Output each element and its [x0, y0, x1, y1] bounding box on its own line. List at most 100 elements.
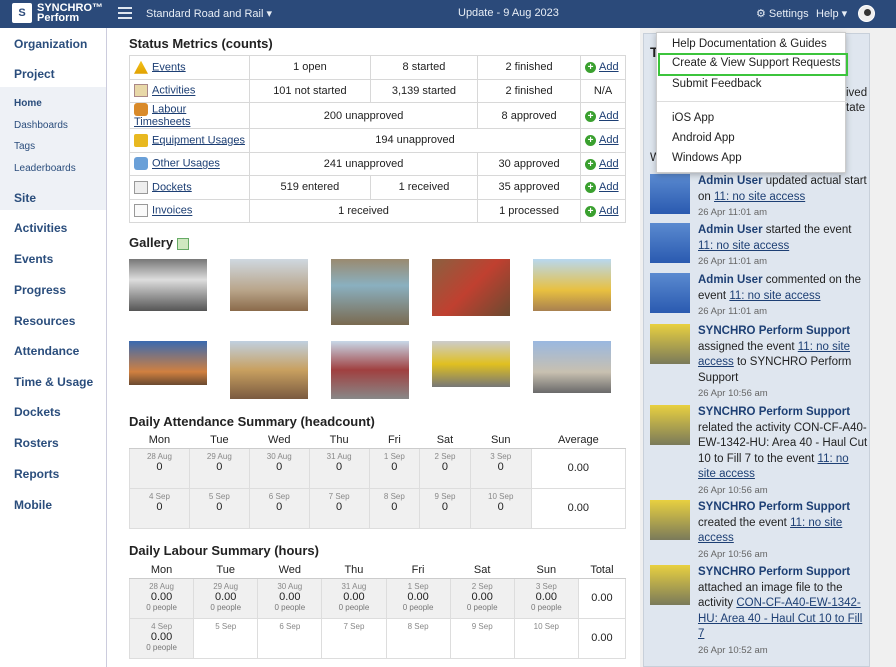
sidebar-item-site[interactable]: Site [14, 191, 36, 205]
invoices-received: 1 received [248, 198, 479, 223]
invoices-processed: 1 processed [477, 198, 581, 223]
add-icon: + [585, 110, 596, 122]
dockets-link[interactable]: Dockets [152, 181, 192, 193]
menu-item-windows-app[interactable]: Windows App [672, 152, 742, 164]
labour-title: Daily Labour Summary (hours) [129, 543, 319, 558]
sidebar-item-dockets[interactable]: Dockets [14, 405, 61, 419]
warning-icon [134, 60, 148, 74]
settings-button[interactable]: ⚙ Settings [756, 7, 809, 20]
add-icon: + [585, 182, 596, 194]
avatar [650, 273, 690, 313]
other-approved: 30 approved [477, 151, 581, 176]
sidebar-item-progress[interactable]: Progress [14, 283, 66, 297]
other-usages-link[interactable]: Other Usages [152, 158, 220, 170]
table-row: Activities 101 not started 3,139 started… [129, 78, 626, 103]
table-row: 4 Sep 0.00 0 people 5 Sep 6 Sep 7 Sep 8 Se… [128, 617, 627, 659]
menu-item-help-docs[interactable]: Help Documentation & Guides [672, 38, 827, 50]
table-row: Equipment Usages 194 unapproved + Add [129, 128, 626, 153]
sidebar-sub-leaderboards[interactable]: Leaderboards [14, 163, 76, 174]
table-row: Labour Timesheets 200 unapproved 8 appro… [129, 102, 626, 129]
activities-na: N/A [580, 78, 626, 103]
user-avatar[interactable] [858, 5, 875, 22]
table-row: 28 Aug 0.00 0 people 29 Aug 0.00 0 people 30… [128, 577, 627, 619]
sidebar: Organization Project Home Dashboards Tag… [0, 28, 107, 667]
sidebar-sub-dashboards[interactable]: Dashboards [14, 120, 68, 131]
gallery-image[interactable] [331, 259, 409, 325]
sidebar-item-attendance[interactable]: Attendance [14, 344, 79, 358]
invoices-link[interactable]: Invoices [152, 205, 192, 217]
add-other-button[interactable]: + Add [580, 151, 626, 176]
table-row: 4 Sep 0 5 Sep 0 6 Sep 0 7 Sep 0 8 Sep 0 9 Sep… [129, 487, 627, 529]
labour-unapproved: 200 unapproved [248, 102, 479, 129]
table-row: Events 1 open 8 started 2 finished + Add [129, 55, 626, 80]
labour-approved: 8 approved [477, 102, 581, 129]
gallery-image[interactable] [230, 259, 308, 311]
synchro-logo[interactable]: S SYNCHRO™ Perform [12, 3, 103, 24]
gallery-image[interactable] [129, 259, 207, 311]
gallery-image[interactable] [533, 259, 611, 311]
events-finished: 2 finished [477, 55, 581, 80]
sidebar-item-rosters[interactable]: Rosters [14, 436, 59, 450]
gallery-image[interactable] [331, 341, 409, 399]
add-icon: + [585, 62, 596, 74]
gallery-image[interactable] [432, 259, 510, 316]
avatar [650, 500, 690, 540]
avatar [650, 223, 690, 263]
gallery-image[interactable] [533, 341, 611, 393]
avatar [650, 405, 690, 445]
project-selector[interactable]: Standard Road and Rail ▾ [146, 7, 272, 20]
gallery-image[interactable] [129, 341, 207, 385]
status-metrics-title: Status Metrics (counts) [129, 36, 273, 51]
table-row: Dockets 519 entered 1 received 35 approv… [129, 175, 626, 200]
avatar [650, 565, 690, 605]
add-equipment-button[interactable]: + Add [580, 128, 626, 153]
gallery-image[interactable] [230, 341, 308, 399]
sidebar-item-reports[interactable]: Reports [14, 467, 59, 481]
table-row: 28 Aug 0 29 Aug 0 30 Aug 0 31 Aug 0 1 Sep 0 2… [129, 447, 627, 489]
menu-item-support-requests[interactable]: Create & View Support Requests [672, 57, 841, 69]
dockets-approved: 35 approved [477, 175, 581, 200]
sidebar-item-activities[interactable]: Activities [14, 221, 67, 235]
add-labour-button[interactable]: + Add [580, 102, 626, 129]
status-metrics-table: Events 1 open 8 started 2 finished + Add … [129, 55, 626, 223]
dockets-entered: 519 entered [249, 175, 371, 200]
sidebar-sub-home[interactable]: Home [14, 98, 42, 109]
hamburger-menu-icon[interactable] [118, 5, 132, 19]
menu-item-android-app[interactable]: Android App [672, 132, 735, 144]
add-icon: + [585, 135, 596, 147]
other-unapproved: 241 unapproved [248, 151, 479, 176]
sidebar-item-mobile[interactable]: Mobile [14, 498, 52, 512]
menu-item-ios-app[interactable]: iOS App [672, 112, 714, 124]
menu-divider [657, 101, 847, 102]
add-event-button[interactable]: + Add [580, 55, 626, 80]
sidebar-item-events[interactable]: Events [14, 252, 53, 266]
activities-finished: 2 finished [477, 78, 581, 103]
gallery-image[interactable] [432, 341, 510, 387]
add-docket-button[interactable]: + Add [580, 175, 626, 200]
sidebar-item-organization[interactable]: Organization [14, 37, 87, 51]
events-open: 1 open [249, 55, 371, 80]
gallery-add-icon[interactable] [176, 237, 189, 250]
sidebar-sub-tags[interactable]: Tags [14, 141, 35, 152]
invoices-icon [134, 204, 148, 218]
top-bar: S SYNCHRO™ Perform Standard Road and Rail… [0, 0, 896, 28]
activities-link[interactable]: Activities [152, 85, 195, 97]
add-icon: + [585, 205, 596, 217]
events-started: 8 started [369, 55, 479, 80]
sidebar-item-time-usage[interactable]: Time & Usage [14, 375, 93, 389]
attendance-title: Daily Attendance Summary (headcount) [129, 414, 375, 429]
help-menu-button[interactable]: Help ▾ [816, 7, 847, 20]
equipment-usages-link[interactable]: Equipment Usages [152, 134, 245, 146]
avatar [650, 324, 690, 364]
help-dropdown-menu: Help Documentation & Guides Create & Vie… [656, 32, 848, 173]
menu-item-submit-feedback[interactable]: Submit Feedback [672, 78, 762, 90]
sidebar-item-resources[interactable]: Resources [14, 314, 75, 328]
sidebar-item-project[interactable]: Project [14, 67, 55, 81]
table-row: Other Usages 241 unapproved 30 approved … [129, 151, 626, 176]
add-invoice-button[interactable]: + Add [580, 198, 626, 223]
other-usages-icon [134, 157, 148, 171]
add-icon: + [585, 158, 596, 170]
events-link[interactable]: Events [152, 61, 186, 73]
activities-not-started: 101 not started [249, 78, 371, 103]
activities-icon [134, 84, 148, 98]
